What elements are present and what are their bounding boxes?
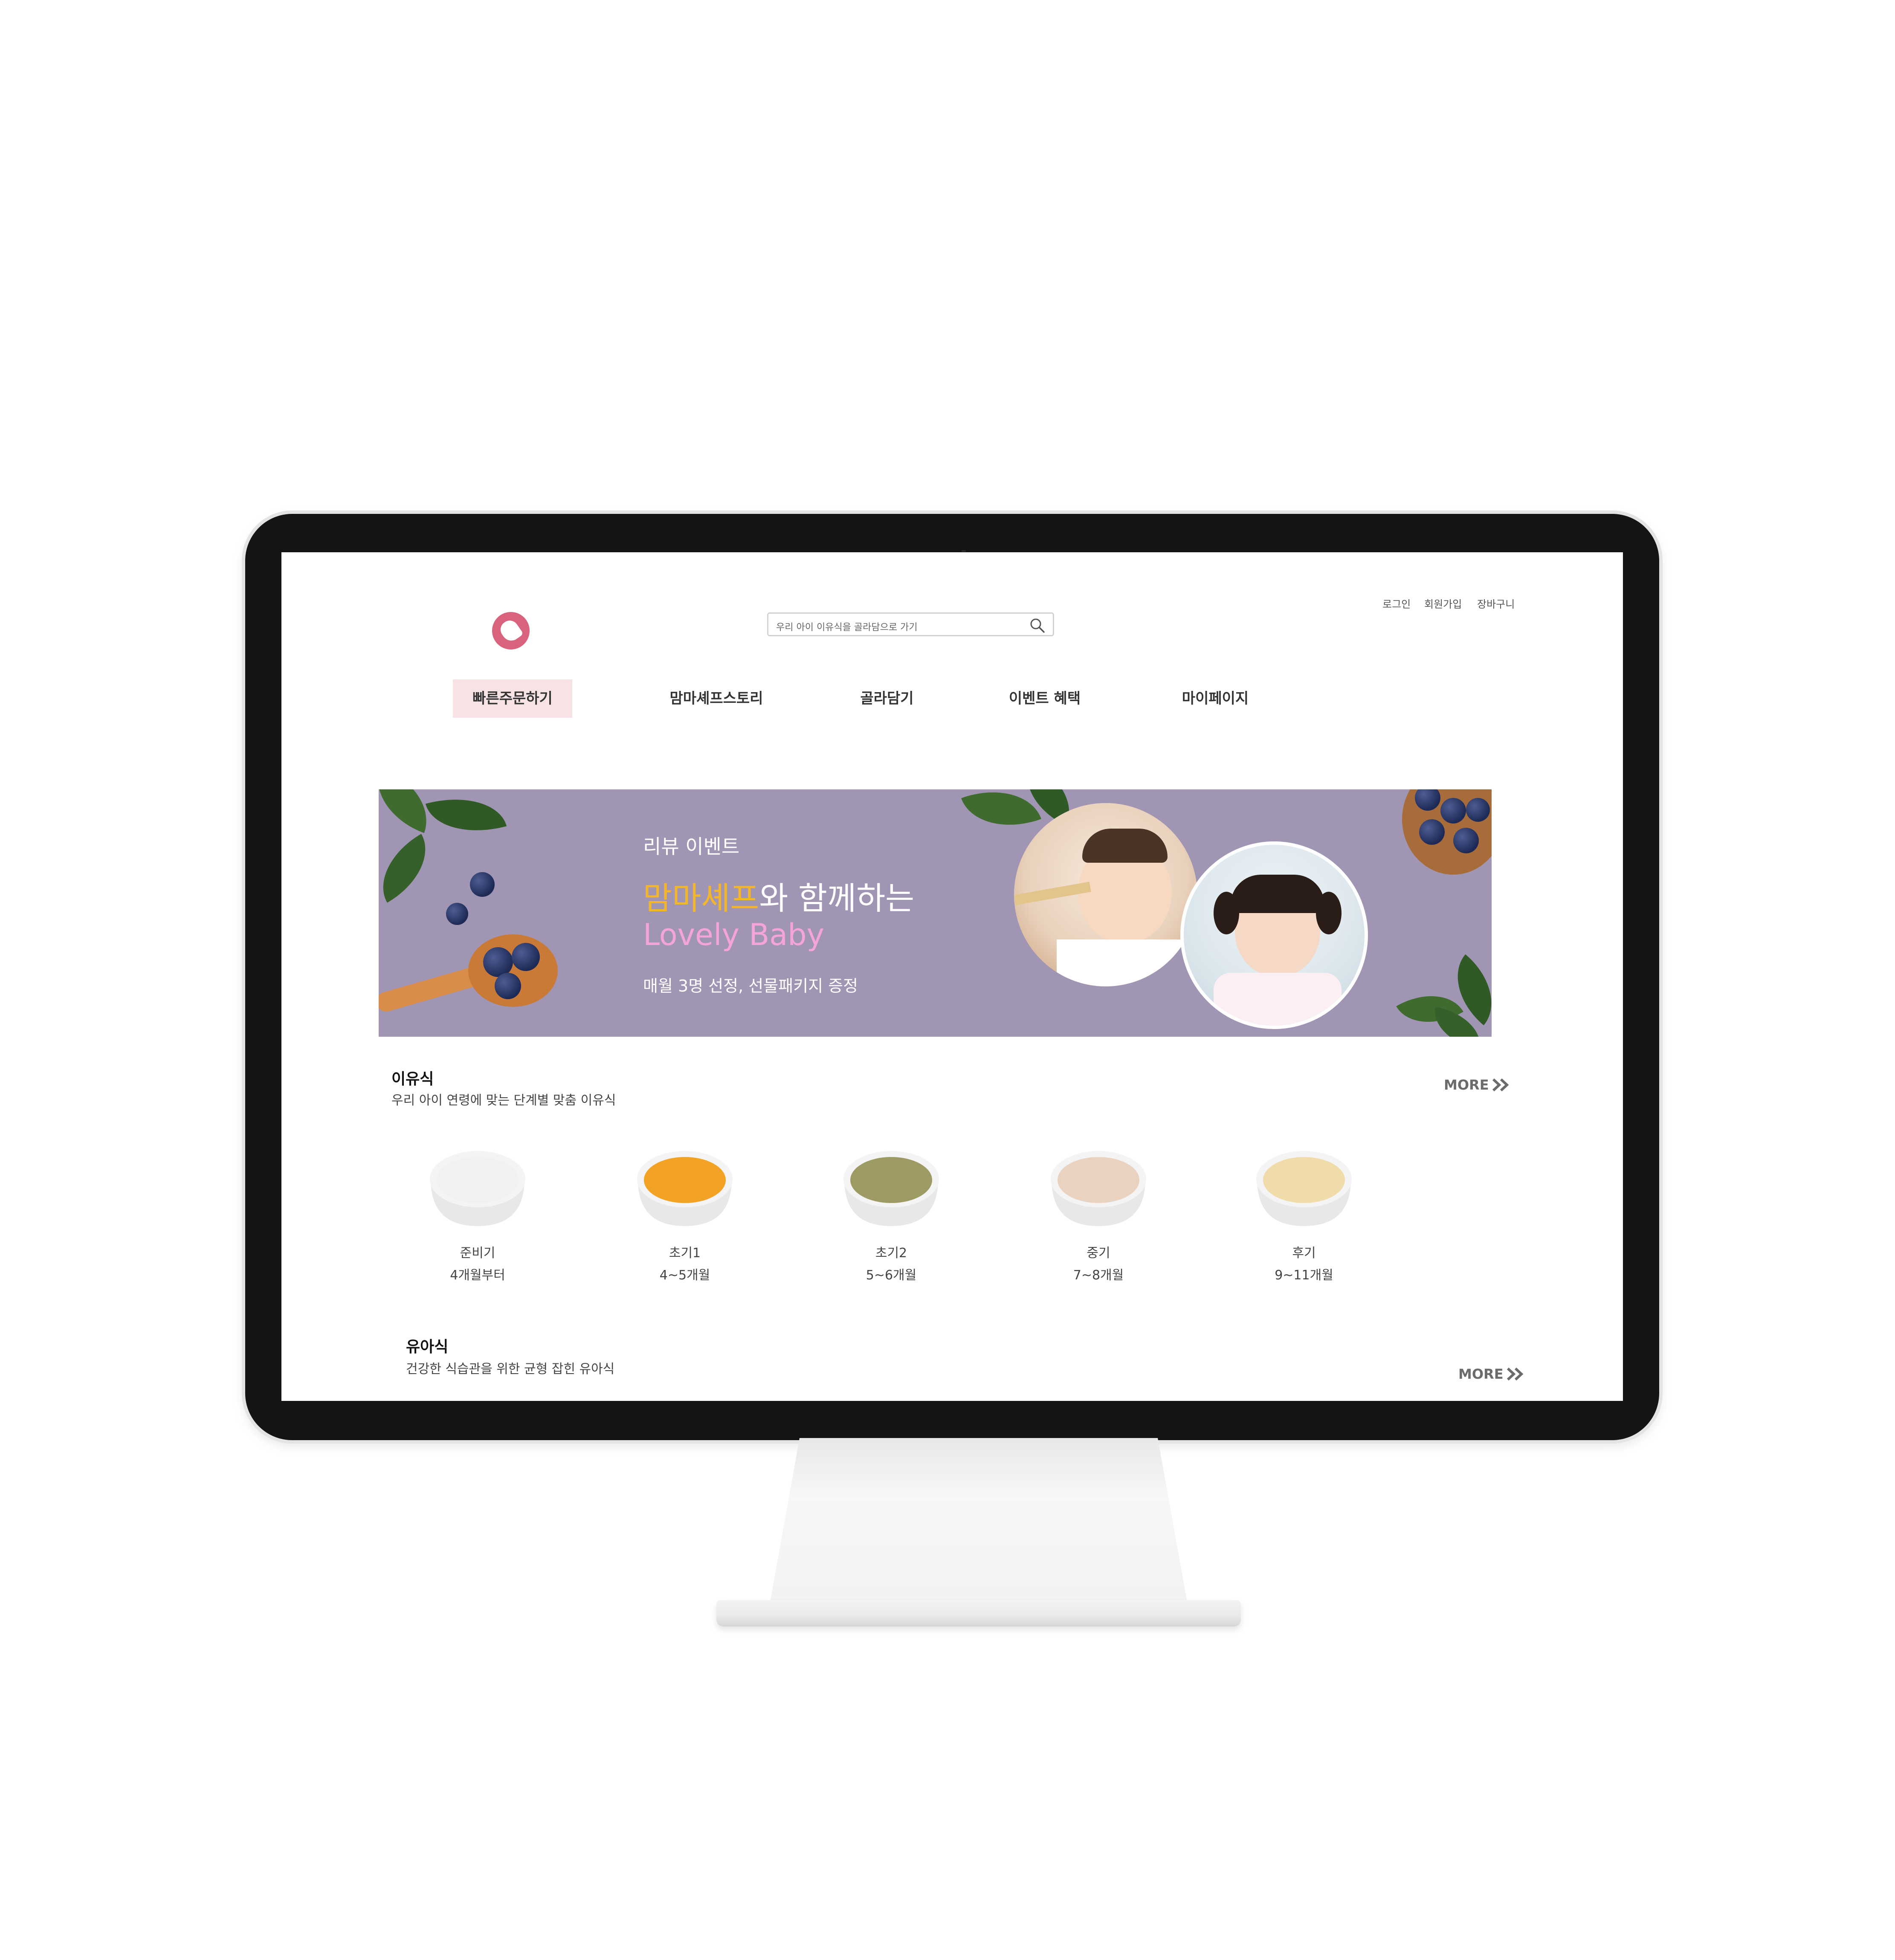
product-name: 준비기	[460, 1246, 495, 1261]
baby-photo-1	[1014, 803, 1197, 986]
blueberry-icon	[470, 872, 495, 897]
login-link[interactable]: 로그인	[1382, 596, 1411, 611]
blueberry-icon	[1453, 828, 1479, 853]
monitor-stand-neck	[770, 1438, 1188, 1604]
section-title-toddler-food: 유아식	[406, 1338, 449, 1356]
food-bowl-image[interactable]	[1253, 1141, 1355, 1230]
blueberry-icon	[495, 973, 521, 999]
nav-brand-story[interactable]: 맘마셰프스토리	[657, 679, 776, 718]
food-bowl-image[interactable]	[634, 1141, 736, 1230]
monitor-stand-base	[716, 1600, 1241, 1627]
search-input[interactable]: 우리 아이 이유식을 골라담으로 가기	[776, 620, 918, 633]
baby-bib	[1057, 939, 1193, 986]
nav-my-page[interactable]: 마이페이지	[1168, 679, 1262, 718]
more-link-baby-food[interactable]: MORE	[1444, 1077, 1510, 1093]
baby-pigtail	[1214, 892, 1239, 934]
section-title-baby-food: 이유식	[391, 1070, 434, 1088]
monitor-screen: 우리 아이 이유식을 골라담으로 가기 로그인 회원가입 장바구니 빠른주문하기…	[281, 552, 1623, 1401]
double-chevron-right-icon	[1507, 1367, 1523, 1381]
food-bowl-image[interactable]	[840, 1141, 942, 1230]
banner-subtitle: Lovely Baby	[643, 917, 824, 952]
blueberry-icon	[1440, 798, 1466, 823]
leaf-decoration	[961, 789, 1041, 843]
product-age: 4개월부터	[450, 1268, 505, 1283]
product-age: 4~5개월	[659, 1268, 710, 1283]
product-age: 7~8개월	[1073, 1268, 1124, 1283]
product-age: 9~11개월	[1275, 1268, 1333, 1283]
leaf-decoration	[379, 834, 443, 903]
product-name: 초기1	[669, 1246, 701, 1261]
banner-title: 맘마셰프와 함께하는	[643, 873, 914, 919]
leaf-decoration	[425, 789, 507, 845]
search-icon[interactable]	[1029, 617, 1046, 634]
product-name: 후기	[1292, 1246, 1316, 1261]
brand-logo[interactable]	[492, 612, 530, 649]
search-box[interactable]: 우리 아이 이유식을 골라담으로 가기	[767, 612, 1054, 636]
nav-quick-order[interactable]: 빠른주문하기	[453, 679, 572, 718]
blueberry-icon	[512, 943, 540, 971]
banner-title-highlight: 맘마셰프	[643, 880, 759, 917]
baby-outfit	[1214, 973, 1342, 1026]
baby-hair	[1082, 829, 1168, 863]
food-bowl-image[interactable]	[1047, 1141, 1150, 1230]
signup-link[interactable]: 회원가입	[1424, 596, 1462, 611]
section-subtitle-toddler-food: 건강한 식습관을 위한 균형 잡힌 유아식	[406, 1362, 615, 1377]
baby-photo-2	[1180, 841, 1368, 1029]
monitor-camera	[962, 550, 966, 552]
more-link-toddler-food[interactable]: MORE	[1458, 1366, 1525, 1382]
banner-title-rest: 와 함께하는	[759, 880, 915, 917]
blueberry-icon	[1419, 819, 1445, 845]
product-name: 중기	[1087, 1246, 1110, 1261]
double-chevron-right-icon	[1492, 1078, 1509, 1092]
section-subtitle-baby-food: 우리 아이 연령에 맞는 단계별 맞춤 이유식	[391, 1093, 616, 1108]
food-bowl-image[interactable]	[426, 1141, 529, 1230]
banner-description: 매월 3명 선정, 선물패키지 증정	[643, 977, 858, 995]
product-age: 5~6개월	[866, 1268, 917, 1283]
baby-hair	[1231, 875, 1324, 913]
nav-event-benefits[interactable]: 이벤트 혜택	[998, 679, 1092, 718]
blueberry-icon	[446, 903, 468, 925]
review-event-banner[interactable]: 리뷰 이벤트 맘마셰프와 함께하는 Lovely Baby 매월 3명 선정, …	[379, 789, 1492, 1037]
banner-eyebrow: 리뷰 이벤트	[643, 835, 740, 858]
blueberry-icon	[1466, 798, 1490, 822]
product-name: 초기2	[875, 1246, 907, 1261]
baby-pigtail	[1316, 892, 1342, 934]
more-label: MORE	[1458, 1366, 1504, 1382]
logo-mark-icon	[497, 617, 524, 644]
nav-pick-and-choose[interactable]: 골라담기	[844, 679, 930, 718]
cart-link[interactable]: 장바구니	[1477, 596, 1515, 611]
more-label: MORE	[1444, 1077, 1489, 1093]
